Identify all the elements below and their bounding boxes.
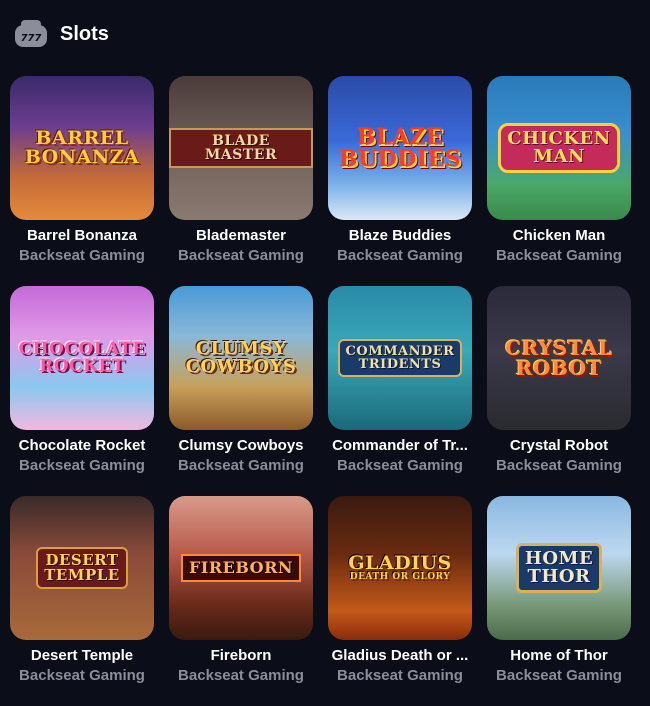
game-thumbnail[interactable]: FIREBORN (169, 496, 313, 640)
section-title: Slots (60, 22, 109, 45)
game-card-chicken-man[interactable]: CHICKEN MAN Chicken Man Backseat Gaming (487, 76, 631, 286)
game-card-gladius[interactable]: GLADIUS DEATH OR GLORY Gladius Death or .… (328, 496, 472, 706)
game-title[interactable]: Chocolate Rocket (10, 437, 154, 454)
game-title[interactable]: Desert Temple (10, 647, 154, 664)
game-card-commander-of-tridents[interactable]: COMMANDER TRIDENTS Commander of Tr... Bac… (328, 286, 472, 496)
game-card-blaze-buddies[interactable]: BLAZE BUDDIES Blaze Buddies Backseat Gami… (328, 76, 472, 286)
game-card-clumsy-cowboys[interactable]: CLUMSY COWBOYS Clumsy Cowboys Backseat Ga… (169, 286, 313, 496)
game-thumbnail[interactable]: CLUMSY COWBOYS (169, 286, 313, 430)
game-card-crystal-robot[interactable]: CRYSTAL ROBOT Crystal Robot Backseat Gami… (487, 286, 631, 496)
game-title[interactable]: Blaze Buddies (328, 227, 472, 244)
game-provider: Backseat Gaming (496, 667, 622, 684)
game-provider: Backseat Gaming (496, 247, 622, 264)
game-provider: Backseat Gaming (178, 247, 304, 264)
game-title[interactable]: Home of Thor (487, 647, 631, 664)
section-header: 777 Slots (12, 16, 109, 52)
game-provider: Backseat Gaming (178, 457, 304, 474)
game-provider: Backseat Gaming (178, 667, 304, 684)
game-thumbnail[interactable]: CHOCOLATE ROCKET (10, 286, 154, 430)
game-card-chocolate-rocket[interactable]: CHOCOLATE ROCKET Chocolate Rocket Backsea… (10, 286, 154, 496)
game-card-desert-temple[interactable]: DESERT TEMPLE Desert Temple Backseat Gami… (10, 496, 154, 706)
game-provider: Backseat Gaming (337, 457, 463, 474)
game-title[interactable]: Clumsy Cowboys (169, 437, 313, 454)
game-title[interactable]: Commander of Tr... (328, 437, 472, 454)
game-logo: FIREBORN (180, 554, 301, 582)
game-title[interactable]: Barrel Bonanza (10, 227, 154, 244)
game-card-barrel-bonanza[interactable]: BARREL BONANZA Barrel Bonanza Backseat Ga… (10, 76, 154, 286)
svg-text:777: 777 (21, 33, 42, 44)
game-title[interactable]: Crystal Robot (487, 437, 631, 454)
game-thumbnail[interactable]: COMMANDER TRIDENTS (328, 286, 472, 430)
game-provider: Backseat Gaming (19, 457, 145, 474)
game-thumbnail[interactable]: CRYSTAL ROBOT (487, 286, 631, 430)
game-thumbnail[interactable]: GLADIUS DEATH OR GLORY (328, 496, 472, 640)
game-logo: CHOCOLATE ROCKET (18, 339, 146, 376)
game-thumbnail[interactable]: HOME THOR (487, 496, 631, 640)
game-title[interactable]: Gladius Death or ... (328, 647, 472, 664)
game-provider: Backseat Gaming (19, 247, 145, 264)
game-logo: HOME THOR (515, 543, 603, 593)
game-logo: GLADIUS DEATH OR GLORY (348, 552, 452, 582)
game-logo: DESERT TEMPLE (36, 547, 128, 589)
game-logo: CHICKEN MAN (498, 123, 620, 173)
game-thumbnail[interactable]: CHICKEN MAN (487, 76, 631, 220)
game-logo: CLUMSY COWBOYS (185, 338, 297, 377)
game-logo: COMMANDER TRIDENTS (337, 339, 463, 377)
game-thumbnail[interactable]: DESERT TEMPLE (10, 496, 154, 640)
game-provider: Backseat Gaming (337, 247, 463, 264)
game-card-fireborn[interactable]: FIREBORN Fireborn Backseat Gaming (169, 496, 313, 706)
game-title[interactable]: Chicken Man (487, 227, 631, 244)
game-logo: CRYSTAL ROBOT (505, 336, 613, 380)
game-thumbnail[interactable]: BARREL BONANZA (10, 76, 154, 220)
game-thumbnail[interactable]: BLADE MASTER (169, 76, 313, 220)
game-title[interactable]: Blademaster (169, 227, 313, 244)
game-thumbnail[interactable]: BLAZE BUDDIES (328, 76, 472, 220)
slot-machine-icon: 777 (12, 18, 50, 50)
game-card-blademaster[interactable]: BLADE MASTER Blademaster Backseat Gaming (169, 76, 313, 286)
game-logo: BLADE MASTER (169, 128, 313, 168)
game-title[interactable]: Fireborn (169, 647, 313, 664)
game-card-home-of-thor[interactable]: HOME THOR Home of Thor Backseat Gaming (487, 496, 631, 706)
game-provider: Backseat Gaming (496, 457, 622, 474)
games-grid: BARREL BONANZA Barrel Bonanza Backseat Ga… (10, 76, 631, 706)
game-logo: BARREL BONANZA (24, 127, 140, 168)
game-provider: Backseat Gaming (337, 667, 463, 684)
game-logo: BLAZE BUDDIES (338, 124, 462, 172)
game-provider: Backseat Gaming (19, 667, 145, 684)
